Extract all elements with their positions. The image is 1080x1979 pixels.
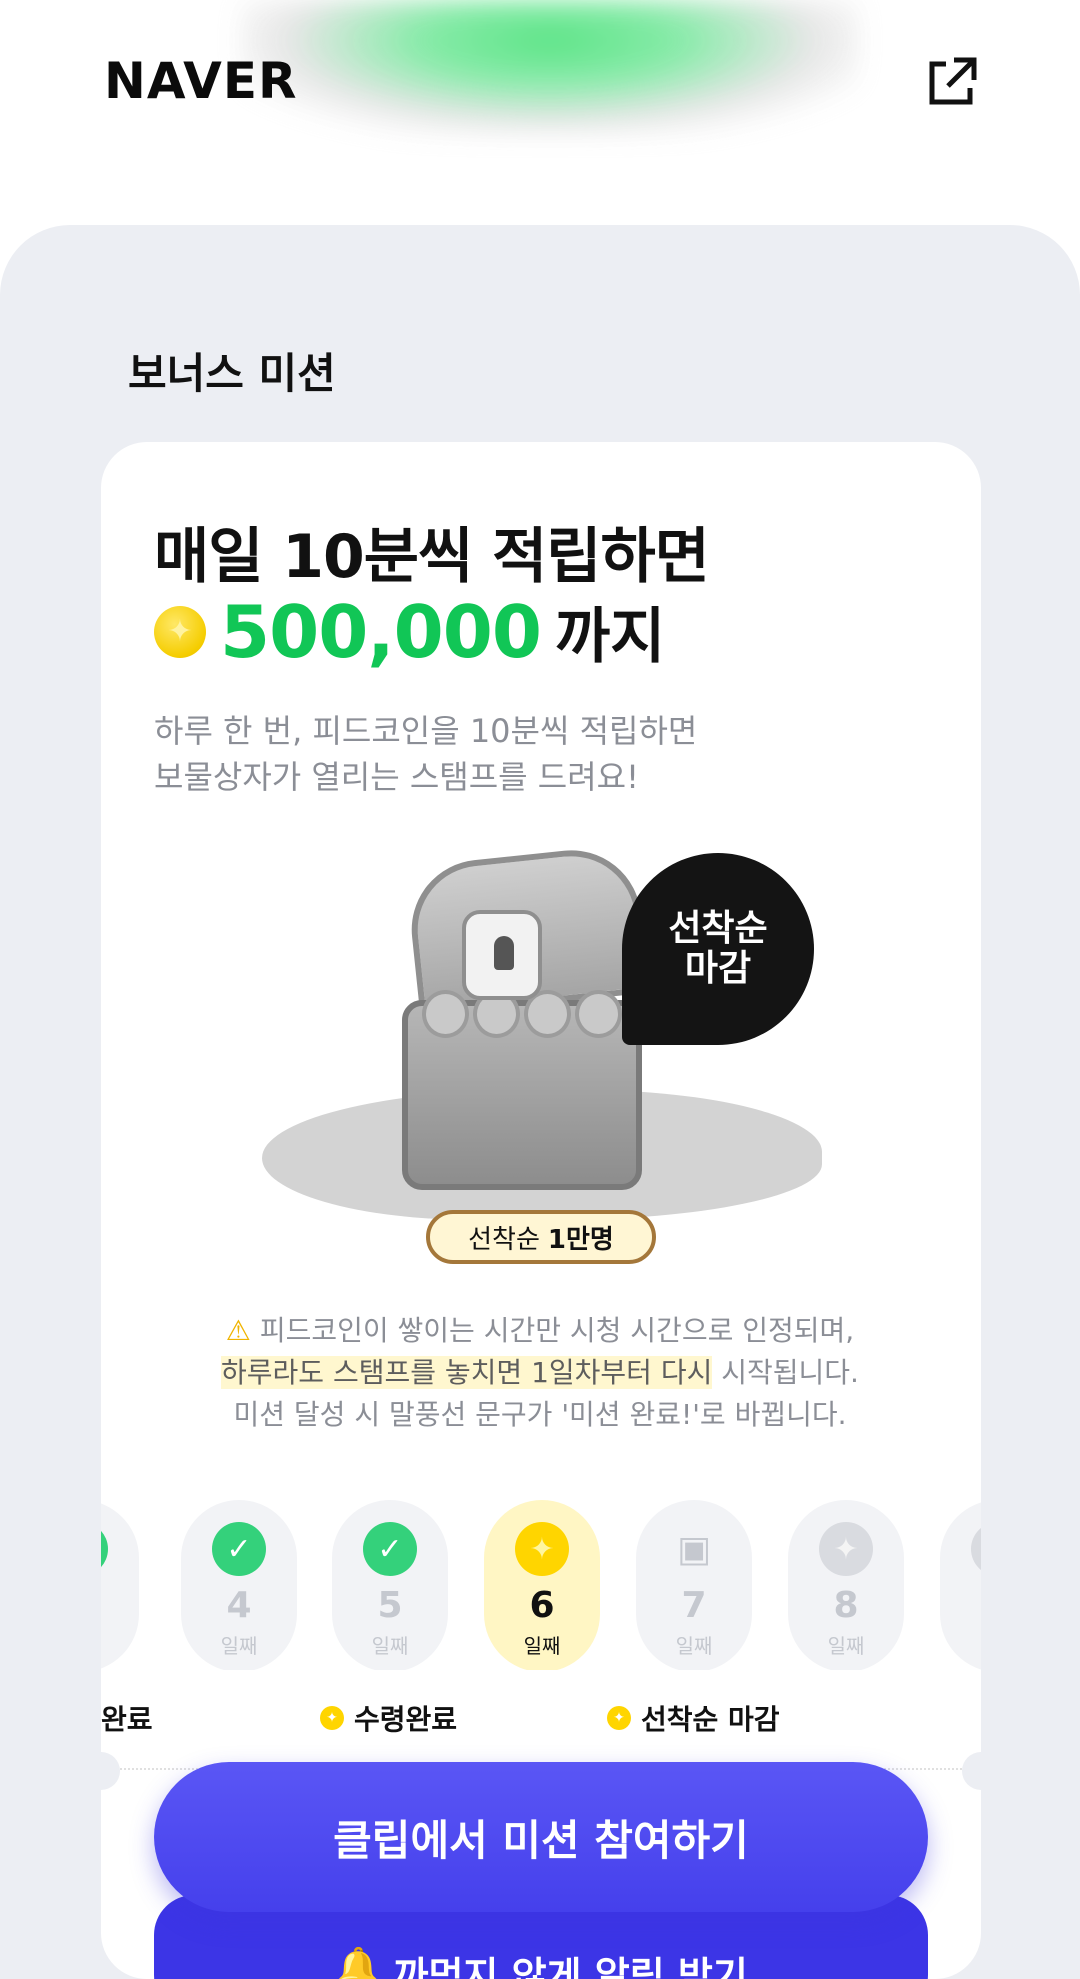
day-stamp-partial (940, 1500, 981, 1670)
badge-line: 마감 (684, 948, 752, 989)
naver-logo[interactable]: NAVER (104, 52, 298, 110)
check-icon: ✓ (101, 1522, 108, 1576)
external-link-icon[interactable] (924, 54, 980, 110)
top-bar: NAVER (0, 0, 1080, 140)
check-icon: ✓ (363, 1522, 417, 1576)
mission-headline: 매일 10분씩 적립하면 (154, 522, 710, 592)
day-stamp: ✓ 5 일째 (332, 1500, 448, 1670)
reward-amount: 500,000 (220, 589, 542, 674)
reward-amount-suffix: 까지 (554, 602, 666, 672)
coin-icon: ✦ (320, 1706, 344, 1730)
section-title: 보너스 미션 (128, 349, 336, 398)
coin-icon: ✦ (154, 605, 206, 658)
notice-line: 미션 달성 시 말풍선 문구가 '미션 완료!'로 바뀝니다. (233, 1398, 847, 1431)
treasure-chest-icon: ▣ (676, 1528, 711, 1570)
first-come-label: 선착순 (468, 1224, 540, 1255)
coin-icon: ✦ (515, 1522, 569, 1576)
stamp-day-list[interactable]: ✓ ✓ 4 일째 ✓ 5 일째 ✦ 6 일째 ▣ 7 일째 ✦ 8 일째 (101, 1500, 981, 1670)
first-come-closed-badge: 선착순 마감 (622, 853, 814, 1045)
day-stamp: ✦ 8 일째 (788, 1500, 904, 1670)
coin-icon (971, 1522, 981, 1576)
warning-icon: ⚠ (225, 1314, 251, 1347)
notice-line: 시작됩니다. (712, 1356, 859, 1389)
check-icon: ✓ (212, 1522, 266, 1576)
legend-closed: ✦ 선착순 마감 (607, 1698, 780, 1738)
legend-received: ✦ 수령완료 (320, 1698, 457, 1738)
join-mission-label: 클립에서 미션 참여하기 (333, 1815, 749, 1865)
mission-description: 하루 한 번, 피드코인을 10분씩 적립하면 보물상자가 열리는 스탬프를 드… (154, 708, 697, 800)
description-line: 보물상자가 열리는 스탬프를 드려요! (154, 758, 639, 796)
bell-icon: 🔔 (334, 1945, 382, 1979)
reward-amount-row: ✦ 500,000 까지 (154, 588, 665, 675)
description-line: 하루 한 번, 피드코인을 10분씩 적립하면 (154, 712, 698, 750)
mission-notice: ⚠ 피드코인이 쌓이는 시간만 시청 시간으로 인정되며, 하루라도 스탬프를 … (0, 1310, 1080, 1436)
day-stamp: ▣ 7 일째 (636, 1500, 752, 1670)
badge-line: 선착순 (668, 908, 768, 949)
card-notch-right (962, 1752, 1000, 1790)
legend-done: 완료 (101, 1703, 153, 1736)
coin-icon: ✦ (607, 1706, 631, 1730)
first-come-value: 1만명 (547, 1224, 614, 1255)
join-mission-button[interactable]: 클립에서 미션 참여하기 (154, 1762, 928, 1912)
coin-icon: ✦ (819, 1522, 873, 1576)
day-stamp: ✓ 4 일째 (181, 1500, 297, 1670)
notice-line: 피드코인이 쌓이는 시간만 시청 시간으로 인정되며, (259, 1314, 855, 1347)
card-notch-left (82, 1752, 120, 1790)
notify-button-label: 까먹지 않게 알림 받기 (393, 1954, 748, 1979)
notice-highlight: 하루라도 스탬프를 놓치면 1일차부터 다시 (221, 1356, 713, 1389)
day-stamp-partial: ✓ (101, 1500, 139, 1670)
first-come-pill: 선착순 1만명 (426, 1210, 656, 1264)
blurred-banner (240, 0, 860, 135)
day-stamp-today: ✦ 6 일째 (484, 1500, 600, 1670)
lock-icon (462, 910, 542, 1000)
